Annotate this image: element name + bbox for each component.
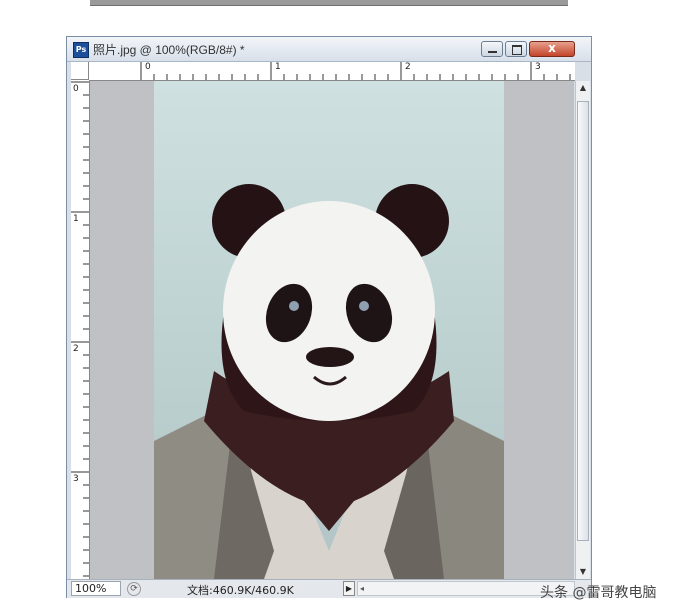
ruler-h-label: 2 xyxy=(405,62,411,72)
horizontal-ruler[interactable]: 0 1 2 3 xyxy=(71,62,575,81)
scroll-down-icon[interactable]: ▼ xyxy=(576,565,590,579)
document-status-icon[interactable]: ⟳ xyxy=(127,582,141,596)
ruler-v-label: 1 xyxy=(73,214,79,224)
ruler-v-label: 0 xyxy=(73,84,79,94)
maximize-button[interactable] xyxy=(505,41,527,57)
ruler-h-label: 3 xyxy=(535,62,541,72)
canvas-area[interactable] xyxy=(90,81,574,579)
document-size-info: 文档:460.9K/460.9K xyxy=(187,584,294,597)
close-button[interactable]: x xyxy=(529,41,575,57)
ruler-v-label: 3 xyxy=(73,474,79,484)
vertical-scrollbar[interactable]: ▲ ▼ xyxy=(575,81,590,579)
scroll-thumb[interactable] xyxy=(577,101,589,541)
ruler-h-label: 1 xyxy=(275,62,281,72)
status-menu-arrow-icon[interactable]: ▶ xyxy=(343,581,355,596)
watermark: 头条 @雷哥教电脑 xyxy=(540,585,657,601)
ruler-h-label: 0 xyxy=(145,62,151,72)
minimize-button[interactable] xyxy=(481,41,503,57)
previous-window-edge xyxy=(90,0,568,6)
photoshop-icon: Ps xyxy=(73,42,89,58)
ruler-v-label: 2 xyxy=(73,344,79,354)
close-icon: x xyxy=(548,41,556,55)
title-bar[interactable]: Ps 照片.jpg @ 100%(RGB/8#) * x xyxy=(67,37,591,62)
scroll-up-icon[interactable]: ▲ xyxy=(576,81,590,95)
panda-photo xyxy=(154,81,504,579)
ruler-origin[interactable] xyxy=(71,62,89,80)
document-window: Ps 照片.jpg @ 100%(RGB/8#) * x 0 1 2 3 0 1… xyxy=(66,36,592,598)
scroll-left-icon[interactable]: ◂ xyxy=(360,582,364,596)
document-title: 照片.jpg @ 100%(RGB/8#) * xyxy=(93,43,245,57)
vertical-ruler[interactable]: 0 1 2 3 xyxy=(71,80,90,580)
zoom-field[interactable]: 100% xyxy=(71,581,121,596)
status-bar: 100% ⟳ 文档:460.9K/460.9K ▶ ◂ xyxy=(67,579,591,598)
